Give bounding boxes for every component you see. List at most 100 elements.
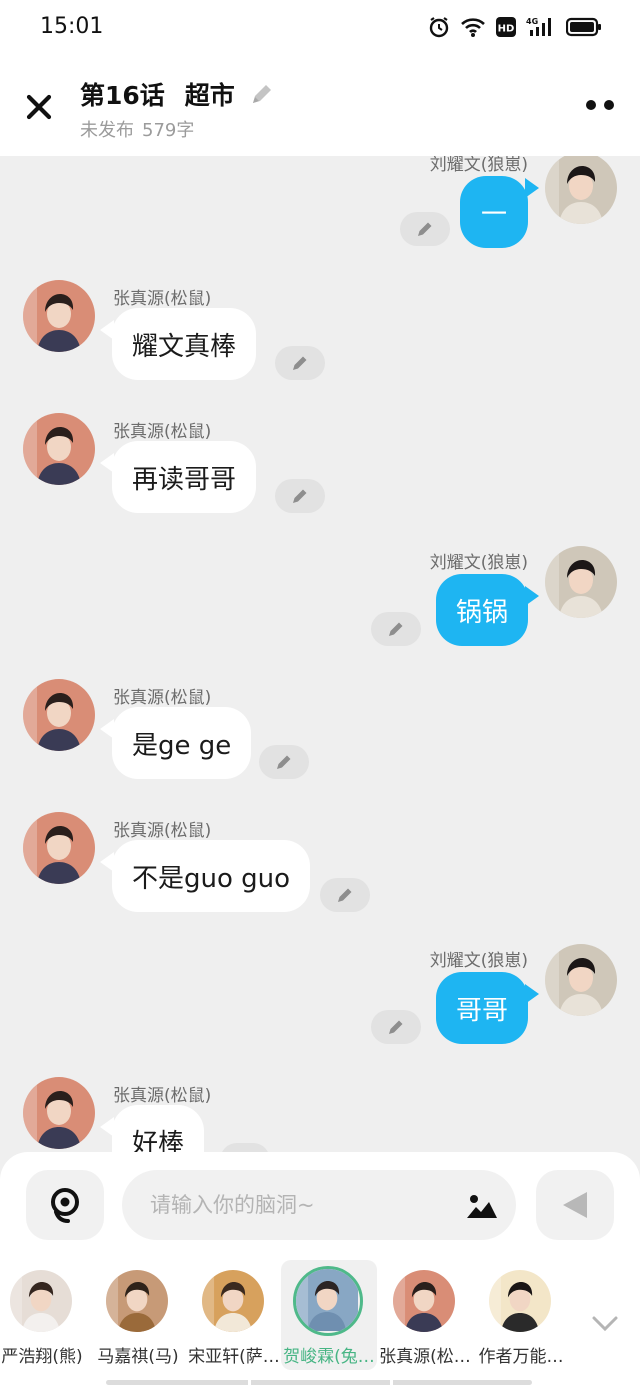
edit-message-button[interactable] (275, 346, 325, 380)
role-item[interactable]: 严浩翔(熊) (0, 1260, 90, 1370)
edit-message-button[interactable] (275, 479, 325, 513)
role-avatar (393, 1270, 455, 1332)
message-author: 张真源(松鼠) (113, 688, 212, 708)
portrait-image (202, 1270, 264, 1332)
message-author: 刘耀文(狼崽) (429, 951, 528, 971)
message-input[interactable] (150, 1170, 450, 1240)
portrait-image (23, 812, 95, 884)
image-button[interactable] (466, 1192, 498, 1220)
pencil-icon (389, 622, 403, 636)
chapter-number: 第16话 (80, 81, 165, 110)
message-author: 刘耀文(狼崽) (429, 553, 528, 573)
message-bubble[interactable]: 好棒 (112, 1105, 205, 1156)
message-bubble[interactable]: 一 (460, 176, 528, 248)
role-item[interactable]: 张真源(松… (377, 1260, 473, 1370)
avatar[interactable] (23, 280, 95, 352)
network-label: 4G (526, 17, 538, 26)
role-avatar (489, 1270, 551, 1332)
edit-message-button[interactable] (371, 1010, 421, 1044)
voice-icon (51, 1188, 79, 1223)
avatar[interactable] (545, 156, 617, 224)
wifi-icon (461, 18, 485, 37)
edit-message-button[interactable] (371, 612, 421, 646)
role-item[interactable]: 作者万能… (473, 1260, 569, 1370)
avatar[interactable] (23, 413, 95, 485)
message-author: 张真源(松鼠) (113, 422, 212, 442)
portrait-image (545, 546, 617, 618)
publish-state: 未发布 (80, 120, 134, 141)
role-name: 作者万能… (478, 1347, 564, 1367)
edit-message-button[interactable] (259, 745, 309, 779)
role-name: 严浩翔(熊) (1, 1347, 83, 1367)
edit-message-button[interactable] (320, 878, 370, 912)
chevron-down-icon (592, 1316, 618, 1332)
pencil-icon (338, 888, 352, 902)
role-scrollbar[interactable] (106, 1380, 532, 1385)
more-button[interactable] (586, 100, 614, 110)
message-bubble[interactable]: 哥哥 (435, 972, 528, 1044)
pencil-icon (277, 755, 291, 769)
pencil-icon (418, 222, 432, 236)
role-item-active[interactable]: 贺峻霖(兔… (281, 1260, 377, 1370)
portrait-image (23, 1077, 95, 1149)
chapter-title: 超市 (184, 81, 235, 110)
input-box (122, 1170, 516, 1240)
role-name: 宋亚轩(萨… (188, 1347, 280, 1367)
role-avatar (10, 1270, 72, 1332)
role-name: 张真源(松… (379, 1347, 471, 1367)
edit-title-button[interactable] (249, 81, 275, 107)
avatar[interactable] (545, 546, 617, 618)
message-author: 张真源(松鼠) (113, 289, 212, 309)
signal-icon: 4G (526, 17, 551, 36)
avatar[interactable] (23, 812, 95, 884)
message-author: 张真源(松鼠) (113, 1086, 212, 1106)
chat-area[interactable]: 刘耀文(狼崽) 一 张真源(松鼠) 耀文真棒 张真源(松鼠) 再读哥哥 刘耀文(… (0, 156, 640, 1156)
edit-message-button[interactable] (400, 212, 450, 246)
hd-icon: HD (496, 17, 516, 37)
message-bubble[interactable]: 锅锅 (435, 574, 528, 646)
role-item[interactable]: 马嘉祺(马) (90, 1260, 186, 1370)
voice-button[interactable] (26, 1170, 104, 1240)
send-icon (563, 1192, 587, 1218)
avatar[interactable] (23, 1077, 95, 1149)
close-button[interactable] (22, 90, 56, 124)
status-time: 15:01 (40, 14, 104, 39)
more-dot-icon (586, 100, 596, 110)
chapter-title-row: 第16话 超市 (80, 76, 275, 112)
pencil-icon (389, 1020, 403, 1034)
message-bubble[interactable]: 耀文真棒 (112, 308, 257, 380)
message-bubble[interactable]: 是ge ge (112, 707, 252, 779)
scrollbar-divider (390, 1380, 393, 1385)
avatar[interactable] (545, 944, 617, 1016)
role-avatar (106, 1270, 168, 1332)
role-name: 马嘉祺(马) (97, 1347, 179, 1367)
image-icon (467, 1195, 497, 1218)
message-bubble[interactable]: 不是guo guo (112, 840, 311, 912)
send-button[interactable] (536, 1170, 614, 1240)
close-icon (26, 94, 52, 120)
role-avatar (293, 1266, 363, 1336)
more-dot-icon (604, 100, 614, 110)
role-avatar (202, 1270, 264, 1332)
composer-panel: 严浩翔(熊) 马嘉祺(马) 宋亚轩(萨… 贺峻霖(兔… 张真源(松… 作者万能… (0, 1152, 640, 1387)
message-author: 刘耀文(狼崽) (429, 156, 528, 175)
hd-label: HD (498, 24, 515, 35)
pencil-icon (293, 356, 307, 370)
word-count: 579字 (142, 120, 195, 141)
portrait-image (23, 679, 95, 751)
portrait-image (296, 1269, 358, 1331)
portrait-image (489, 1270, 551, 1332)
role-item[interactable]: 宋亚轩(萨… (186, 1260, 282, 1370)
message-bubble[interactable]: 再读哥哥 (112, 441, 257, 513)
expand-roles-button[interactable] (590, 1308, 620, 1338)
avatar[interactable] (23, 679, 95, 751)
battery-icon (566, 17, 601, 37)
role-name: 贺峻霖(兔… (283, 1347, 375, 1367)
chapter-meta: 未发布 579字 (80, 116, 194, 142)
pencil-icon (252, 85, 271, 103)
portrait-image (10, 1270, 72, 1332)
portrait-image (393, 1270, 455, 1332)
status-icons: HD 4G (428, 16, 602, 38)
portrait-image (23, 280, 95, 352)
pencil-icon (293, 489, 307, 503)
